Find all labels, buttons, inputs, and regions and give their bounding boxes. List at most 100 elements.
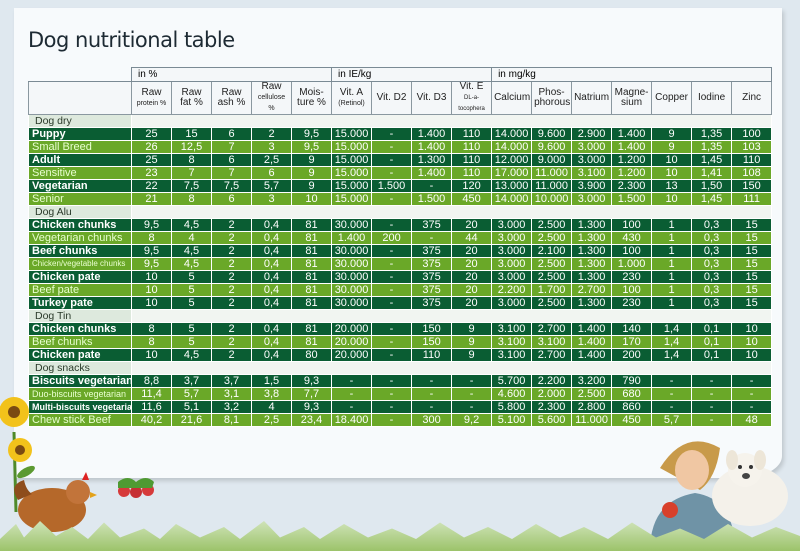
value-cell: 103 xyxy=(731,140,773,154)
value-cell: 9,3 xyxy=(290,374,333,388)
value-cell: 2 xyxy=(211,335,252,349)
value-cell: 4,5 xyxy=(171,257,212,271)
value-cell: 13.000 xyxy=(491,179,533,193)
product-name: Puppy xyxy=(28,127,132,141)
value-cell: 12.000 xyxy=(491,153,533,167)
product-name: Senior xyxy=(28,192,132,206)
value-cell: 10 xyxy=(131,348,172,362)
value-cell: 1,50 xyxy=(691,179,733,193)
value-cell: 3.000 xyxy=(491,296,533,310)
value-cell: 30.000 xyxy=(331,244,373,258)
column-header: Copper xyxy=(651,81,693,115)
value-cell: 1.300 xyxy=(571,218,613,232)
value-cell: 0,1 xyxy=(691,322,733,336)
column-header: Mois-ture % xyxy=(290,81,333,115)
value-cell: 4,5 xyxy=(171,218,212,232)
table-row: Chicken chunks 8 5 2 0,4 81 20.000-150 9 3.100 2.… xyxy=(28,322,773,336)
value-cell: 1.200 xyxy=(611,166,653,180)
value-cell: 5,1 xyxy=(171,400,212,414)
value-cell: 230 xyxy=(611,270,653,284)
value-cell: 0,4 xyxy=(251,322,292,336)
value-cell: 8 xyxy=(131,322,172,336)
value-cell: 170 xyxy=(611,335,653,349)
value-cell: 0,3 xyxy=(691,296,733,310)
value-cell: - xyxy=(371,140,413,154)
section-title: Dog dry xyxy=(28,114,132,128)
value-cell: 3.100 xyxy=(491,322,533,336)
value-cell: 1.300 xyxy=(411,153,453,167)
value-cell: 14.000 xyxy=(491,192,533,206)
column-header-label: Natrium xyxy=(574,92,610,103)
value-cell: 5,7 xyxy=(171,387,212,401)
value-cell: - xyxy=(651,374,693,388)
value-cell: 9 xyxy=(451,348,493,362)
value-cell: 1,41 xyxy=(691,166,733,180)
value-cell: 1.400 xyxy=(411,166,453,180)
product-name: Chicken chunks xyxy=(28,218,132,232)
value-cell: 1.400 xyxy=(571,348,613,362)
hen-illustration xyxy=(14,472,97,532)
value-cell: 5.800 xyxy=(491,400,533,414)
value-cell: - xyxy=(371,244,413,258)
value-cell: 100 xyxy=(611,283,653,297)
value-cell: 4.600 xyxy=(491,387,533,401)
value-cell: 1.200 xyxy=(611,153,653,167)
value-cell: 2.200 xyxy=(531,374,573,388)
section-filler xyxy=(130,205,773,219)
value-cell: 25 xyxy=(131,127,172,141)
value-cell: 21 xyxy=(131,192,172,206)
value-cell: - xyxy=(411,400,453,414)
value-cell: 30.000 xyxy=(331,283,373,297)
column-header: Vit. D3 xyxy=(411,81,453,115)
column-header-sub: protein % xyxy=(136,99,167,107)
value-cell: 790 xyxy=(611,374,653,388)
value-cell: 3.200 xyxy=(571,374,613,388)
section-title: Dog snacks xyxy=(28,361,132,375)
table-row: Senior 21 8 6 3 10 15.000-1.500 450 14.000 10.000… xyxy=(28,192,773,206)
value-cell: 81 xyxy=(290,283,333,297)
value-cell: 2.500 xyxy=(531,270,573,284)
value-cell: 81 xyxy=(290,231,333,245)
value-cell: 100 xyxy=(611,244,653,258)
product-name: Beef pate xyxy=(28,283,132,297)
value-cell: - xyxy=(451,374,493,388)
value-cell: 1.500 xyxy=(611,192,653,206)
value-cell: 13 xyxy=(651,179,693,193)
value-cell: 9,3 xyxy=(290,400,333,414)
column-header: Raw protein % xyxy=(131,81,172,115)
section-title: Dog Alu xyxy=(28,205,132,219)
value-cell: 3.000 xyxy=(571,153,613,167)
value-cell: 2.700 xyxy=(531,348,573,362)
value-cell: 9 xyxy=(451,322,493,336)
value-cell: 20.000 xyxy=(331,348,373,362)
column-header: Zinc xyxy=(731,81,773,115)
table-body: Dog dry Puppy 25 15 6 2 9,5 15.000-1.400 110 14.0… xyxy=(28,114,773,427)
value-cell: 81 xyxy=(290,322,333,336)
value-cell: - xyxy=(371,127,413,141)
value-cell: 10 xyxy=(131,296,172,310)
value-cell: 10 xyxy=(731,322,773,336)
value-cell: 80 xyxy=(290,348,333,362)
value-cell: - xyxy=(371,270,413,284)
value-cell: 7 xyxy=(211,166,252,180)
column-header: Magne-sium xyxy=(611,81,653,115)
value-cell: 3.000 xyxy=(571,192,613,206)
value-cell: - xyxy=(371,374,413,388)
value-cell: 11.000 xyxy=(531,166,573,180)
value-cell: 375 xyxy=(411,296,453,310)
value-cell: 1.500 xyxy=(411,192,453,206)
value-cell: 2.500 xyxy=(571,387,613,401)
column-header: Vit. E DL-a-tocophera xyxy=(451,81,493,115)
column-header: Phos-phorous xyxy=(531,81,573,115)
value-cell: 25 xyxy=(131,153,172,167)
value-cell: 23 xyxy=(131,166,172,180)
value-cell: 3.100 xyxy=(491,348,533,362)
value-cell: 3 xyxy=(251,140,292,154)
value-cell: 3.100 xyxy=(571,166,613,180)
column-header-label: Raw xyxy=(141,86,162,98)
product-name: Beef chunks xyxy=(28,335,132,349)
column-header-product xyxy=(28,81,132,115)
column-header-sub: DL-a-tocophera xyxy=(458,95,485,112)
value-cell: 15.000 xyxy=(331,166,373,180)
value-cell: 5 xyxy=(171,322,212,336)
